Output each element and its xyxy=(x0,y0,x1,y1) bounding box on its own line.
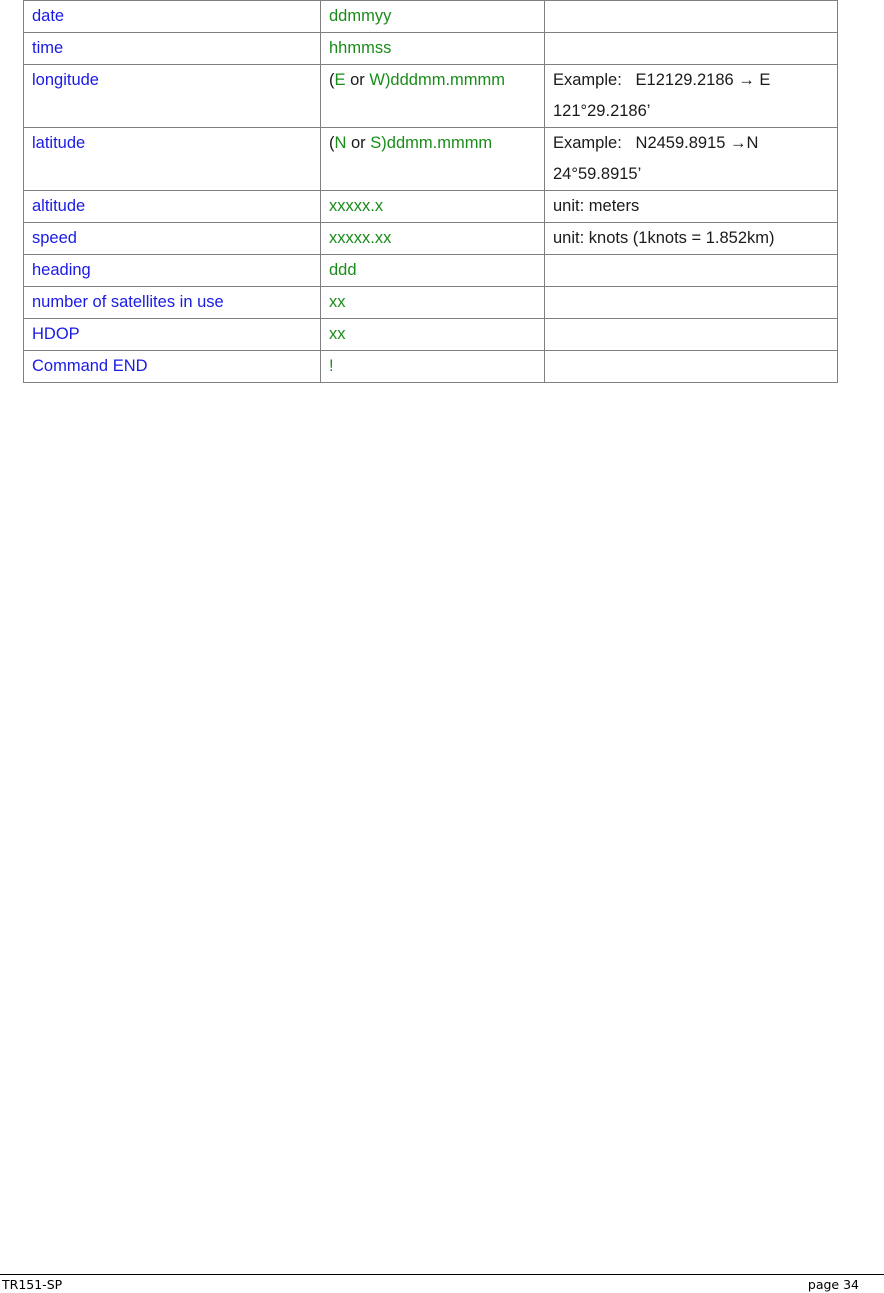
field-name-text: longitude xyxy=(32,71,99,89)
note-line: Example: E12129.2186 → E xyxy=(553,71,771,89)
table-row: HDOP xx xyxy=(23,318,838,351)
field-name: speed xyxy=(23,222,321,255)
field-format: xxxxx.x xyxy=(320,190,545,223)
format-part: N xyxy=(334,134,347,152)
table-row: Command END ! xyxy=(23,350,838,383)
field-note xyxy=(544,286,838,319)
field-format-text: (E or W)dddmm.mmmm xyxy=(329,65,536,96)
field-name-text: latitude xyxy=(32,134,86,152)
field-name: heading xyxy=(23,254,321,287)
footer-divider xyxy=(0,1274,884,1275)
field-note: unit: meters xyxy=(544,190,838,223)
field-name: longitude xyxy=(23,64,321,128)
field-note xyxy=(544,0,838,33)
field-format: xx xyxy=(320,318,545,351)
field-format: xxxxx.xx xyxy=(320,222,545,255)
table-row: time hhmmss xyxy=(23,32,838,65)
format-part: E xyxy=(334,71,346,89)
note-line: 24°59.8915’ xyxy=(553,165,642,183)
format-part: S xyxy=(370,134,382,152)
format-part: or xyxy=(345,71,370,89)
table-row: latitude (N or S)ddmm.mmmm Example: N245… xyxy=(23,127,838,191)
table-row: heading ddd xyxy=(23,254,838,287)
format-part: or xyxy=(346,134,371,152)
footer-page-number: page 34 xyxy=(807,1277,859,1292)
field-note xyxy=(544,32,838,65)
table-row: longitude (E or W)dddmm.mmmm Example: E1… xyxy=(23,64,838,128)
field-format: (E or W)dddmm.mmmm xyxy=(320,64,545,128)
field-name: Command END xyxy=(23,350,321,383)
table-row: date ddmmyy xyxy=(23,0,838,33)
field-note xyxy=(544,350,838,383)
format-part: W xyxy=(369,71,385,89)
field-note xyxy=(544,318,838,351)
note-line: Example: N2459.8915 →N xyxy=(553,134,759,152)
field-name: altitude xyxy=(23,190,321,223)
field-name: latitude xyxy=(23,127,321,191)
field-format: xx xyxy=(320,286,545,319)
note-line: 121°29.2186’ xyxy=(553,102,651,120)
field-format-text: (N or S)ddmm.mmmm xyxy=(329,128,536,159)
field-note xyxy=(544,254,838,287)
field-spec-table: date ddmmyy time hhmmss longitude (E or … xyxy=(23,0,838,383)
field-format: ddd xyxy=(320,254,545,287)
field-name: time xyxy=(23,32,321,65)
table-row: altitude xxxxx.x unit: meters xyxy=(23,190,838,223)
footer-doc-id: TR151-SP xyxy=(2,1277,63,1292)
field-format: ! xyxy=(320,350,545,383)
field-name: date xyxy=(23,0,321,33)
field-format: (N or S)ddmm.mmmm xyxy=(320,127,545,191)
format-part: )dddmm.mmmm xyxy=(384,71,506,89)
format-part: )ddmm.mmmm xyxy=(381,134,493,152)
field-note: Example: N2459.8915 →N 24°59.8915’ xyxy=(544,127,838,191)
field-note: Example: E12129.2186 → E 121°29.2186’ xyxy=(544,64,838,128)
field-note: unit: knots (1knots = 1.852km) xyxy=(544,222,838,255)
field-name: number of satellites in use xyxy=(23,286,321,319)
table-row: number of satellites in use xx xyxy=(23,286,838,319)
field-name: HDOP xyxy=(23,318,321,351)
field-format: hhmmss xyxy=(320,32,545,65)
field-format: ddmmyy xyxy=(320,0,545,33)
table-row: speed xxxxx.xx unit: knots (1knots = 1.8… xyxy=(23,222,838,255)
